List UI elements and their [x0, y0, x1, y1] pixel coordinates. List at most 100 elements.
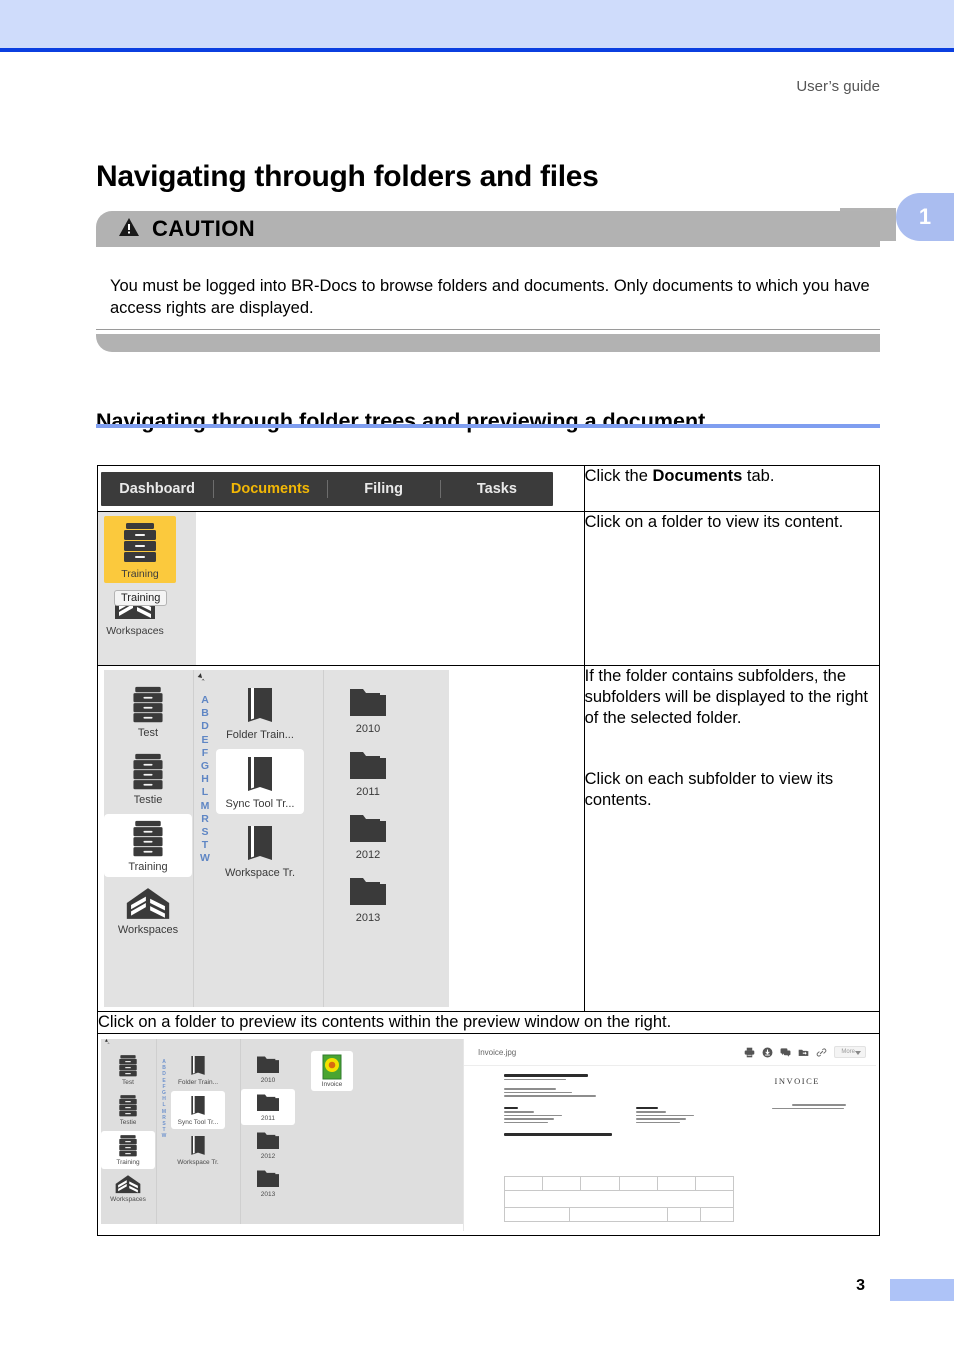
instruction-text-3b: Click on each subfolder to view its cont…	[584, 770, 834, 809]
alpha-letter[interactable]: F	[202, 747, 208, 760]
book-tile-folder-training[interactable]: Folder Train...	[216, 680, 304, 745]
folder-tile-2010[interactable]: 2010	[324, 680, 412, 739]
comment-icon[interactable]	[780, 1047, 791, 1058]
book-icon	[248, 757, 272, 791]
invoice-meta-block	[772, 1104, 846, 1111]
workspaces-tile[interactable]: Workspaces	[104, 881, 192, 940]
mini-book-sync-tool[interactable]: Sync Tool Tr...	[171, 1091, 225, 1129]
invoice-table-cell	[505, 1208, 571, 1221]
column-alphabet-index[interactable]: ▴‸ A B D E F G H L M R S T W	[194, 669, 216, 1007]
alpha-letter[interactable]: E	[201, 734, 208, 747]
scroll-up-icon[interactable]: ▴‸	[104, 1037, 110, 1045]
tab-dashboard[interactable]: Dashboard	[101, 480, 215, 498]
mini-folder-2013[interactable]: 2013	[241, 1165, 295, 1201]
mini-cabinet-training[interactable]: Training	[101, 1131, 155, 1169]
cabinet-tile-training[interactable]: Training	[104, 814, 192, 877]
screenshot-cell-single-cabinet: Training Training Workspaces	[97, 511, 585, 666]
alpha-letter[interactable]: W	[200, 852, 210, 865]
column-folders: 2010 2011 2012 2013	[324, 670, 424, 1007]
folder-tile-2012[interactable]: 2012	[324, 806, 412, 865]
mini-alphabet-strip[interactable]: A B D E F G H L M R S T W	[157, 1059, 171, 1140]
folder-tile-2011[interactable]: 2011	[324, 743, 412, 802]
mini-column-files: Invoice	[307, 1039, 457, 1224]
invoice-line-items-table	[504, 1176, 734, 1222]
preview-filename: Invoice.jpg	[478, 1047, 517, 1057]
chapter-number-tab: 1	[896, 193, 954, 241]
folder-icon	[257, 1170, 279, 1187]
invoice-table-cell	[701, 1208, 733, 1221]
print-icon[interactable]	[744, 1047, 755, 1058]
brdocs-tab-bar[interactable]: Dashboard Documents Filing Tasks	[101, 472, 553, 506]
mini-folder-2012[interactable]: 2012	[241, 1127, 295, 1163]
table-row: Dashboard Documents Filing Tasks Click t…	[97, 465, 881, 512]
folder-label: 2011	[356, 786, 380, 798]
folder-tile-2013[interactable]: 2013	[324, 869, 412, 928]
invoice-table-footer-row	[504, 1208, 734, 1222]
mini-cabinet-testie[interactable]: Testie	[101, 1091, 155, 1129]
folder-icon	[350, 815, 386, 842]
book-tile-sync-tool[interactable]: Sync Tool Tr...	[216, 749, 304, 814]
alpha-letter[interactable]: L	[202, 786, 208, 799]
top-rule	[0, 48, 954, 52]
mini-folder-2010[interactable]: 2010	[241, 1051, 295, 1087]
caution-label: CAUTION	[152, 216, 256, 241]
instruction-cell-2: Click on a folder to view its content.	[583, 511, 881, 666]
alpha-letter[interactable]: B	[201, 707, 209, 720]
mini-cabinet-test[interactable]: Test	[101, 1051, 155, 1089]
invoice-table-cell	[658, 1177, 696, 1190]
mini-column-folders: 2010 2011 2012 2013	[241, 1039, 307, 1224]
tab-filing[interactable]: Filing	[328, 480, 441, 498]
invoice-table-cell	[505, 1177, 544, 1190]
cabinet-tile-testie[interactable]: Testie	[104, 747, 192, 810]
file-tile-invoice[interactable]: Invoice	[311, 1051, 353, 1091]
cabinet-tile-test[interactable]: Test	[104, 680, 192, 743]
mini-book-workspace[interactable]: Workspace Tr.	[171, 1131, 225, 1169]
more-dropdown[interactable]: More	[834, 1046, 866, 1058]
tab-documents[interactable]: Documents	[214, 480, 328, 498]
more-dropdown-label: More	[841, 1049, 855, 1055]
alpha-letter[interactable]: M	[201, 800, 210, 813]
page-title: Navigating through folders and files	[96, 160, 599, 194]
mini-column-alphabet[interactable]: A B D E F G H L M R S T W	[157, 1039, 171, 1224]
alpha-letter[interactable]: G	[201, 760, 209, 773]
tab-tasks[interactable]: Tasks	[441, 480, 553, 498]
alpha-letter[interactable]: R	[201, 813, 209, 826]
mini-book-folder-training[interactable]: Folder Train...	[171, 1051, 225, 1089]
invoice-table-header-row	[504, 1176, 734, 1191]
alpha-letter[interactable]: D	[201, 720, 209, 733]
mini-workspaces-label: Workspaces	[110, 1196, 146, 1203]
mini-book-label: Sync Tool Tr...	[177, 1119, 219, 1126]
mini-book-label: Workspace Tr.	[177, 1159, 219, 1166]
alpha-letter[interactable]: S	[201, 826, 208, 839]
alphabet-index-strip[interactable]: A B D E F G H L M R S T W	[194, 694, 216, 866]
invoice-table-cell	[668, 1208, 701, 1221]
folder-icon	[350, 878, 386, 905]
cabinet-tile-training[interactable]: Training	[104, 516, 176, 583]
mini-workspaces[interactable]: Workspaces	[101, 1171, 155, 1206]
download-icon[interactable]	[762, 1047, 773, 1058]
preview-toolbar: Invoice.jpg More	[464, 1039, 876, 1066]
scroll-up-icon[interactable]: ▴‸	[197, 669, 206, 681]
alpha-letter[interactable]: A	[201, 694, 209, 707]
move-to-folder-icon[interactable]	[798, 1047, 809, 1058]
table-row: Click on a folder to preview its content…	[97, 1011, 880, 1034]
book-tile-workspace[interactable]: Workspace Tr.	[216, 818, 304, 883]
invoice-table-cell	[543, 1177, 582, 1190]
mini-column-books: Folder Train... Sync Tool Tr... Workspac…	[171, 1039, 241, 1224]
instruction-text-3a: If the folder contains subfolders, the s…	[584, 667, 869, 727]
alpha-letter[interactable]: H	[201, 773, 209, 786]
folder-label: 2013	[355, 912, 381, 924]
document-preview-pane: Invoice.jpg More INVOICE	[463, 1039, 876, 1231]
instruction-cell-4: Click on a folder to preview its content…	[97, 1011, 880, 1034]
alpha-letter[interactable]: T	[202, 839, 208, 852]
chevron-down-icon	[855, 1051, 861, 1055]
folder-label: 2012	[355, 849, 381, 861]
mini-folder-2011[interactable]: 2011	[241, 1089, 295, 1125]
link-icon[interactable]	[816, 1047, 827, 1058]
cabinet-tile-label: Training	[121, 568, 159, 580]
mini-cabinet-label: Test	[122, 1079, 134, 1086]
alpha-letter[interactable]: W	[162, 1133, 167, 1139]
mini-cabinet-label: Training	[116, 1159, 140, 1166]
preview-toolbar-icons: More	[744, 1046, 866, 1058]
invoice-table-body-row	[504, 1191, 734, 1208]
